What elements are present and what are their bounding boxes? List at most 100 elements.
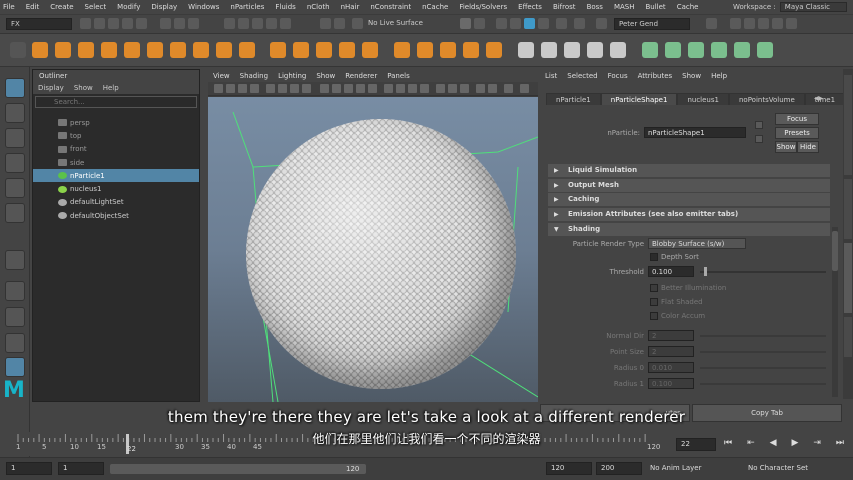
render-settings-icon[interactable] — [510, 18, 521, 29]
section-liquid-simulation[interactable]: Liquid Simulation — [548, 164, 830, 177]
viewport-menu-panels[interactable]: Panels — [387, 70, 410, 82]
show-button[interactable]: Show — [775, 141, 797, 153]
bullet-cache-icon[interactable] — [757, 42, 773, 58]
menu-select[interactable]: Select — [85, 3, 107, 11]
gate-mask-icon[interactable] — [302, 84, 311, 93]
save-scene-icon[interactable] — [108, 18, 119, 29]
select-hierarchy-icon[interactable] — [160, 18, 171, 29]
outliner-item[interactable]: side — [33, 156, 199, 169]
character-controls-icon[interactable] — [744, 18, 755, 29]
point-size-slider[interactable] — [700, 351, 826, 353]
outliner-menu-show[interactable]: Show — [74, 82, 93, 94]
field-newton-icon[interactable] — [587, 42, 603, 58]
emit-from-object-icon[interactable] — [170, 42, 186, 58]
field-air-icon[interactable] — [518, 42, 534, 58]
bullet-constraint-icon[interactable] — [688, 42, 704, 58]
live-surface-icon[interactable] — [352, 18, 363, 29]
side-by-side-layout-icon[interactable] — [5, 333, 25, 353]
menu-boss[interactable]: Boss — [587, 3, 603, 11]
goto-input-icon[interactable] — [755, 121, 763, 129]
input-ops-icon[interactable] — [334, 18, 345, 29]
outliner-item[interactable]: defaultObjectSet — [33, 209, 199, 222]
menu-windows[interactable]: Windows — [188, 3, 219, 11]
ae-menu-show[interactable]: Show — [682, 69, 701, 83]
menu-ncache[interactable]: nCache — [422, 3, 448, 11]
use-lights-icon[interactable] — [368, 84, 377, 93]
menuset-dropdown[interactable]: FX — [6, 18, 72, 30]
radius1-field[interactable]: 0.100 — [648, 378, 694, 389]
snap-view-icon[interactable] — [266, 18, 277, 29]
menu-ncloth[interactable]: nCloth — [307, 3, 330, 11]
menu-bullet[interactable]: Bullet — [646, 3, 666, 11]
goto-output-icon[interactable] — [755, 135, 763, 143]
menu-bifrost[interactable]: Bifrost — [553, 3, 576, 11]
character-set-dropdown[interactable]: No Character Set — [748, 464, 808, 472]
fluid-cache-icon[interactable] — [486, 42, 502, 58]
snap-surface-icon[interactable] — [280, 18, 291, 29]
grid-icon[interactable] — [266, 84, 275, 93]
history-icon[interactable] — [320, 18, 331, 29]
camera-select-icon[interactable] — [214, 84, 223, 93]
ncloth-icon[interactable] — [270, 42, 286, 58]
section-output-mesh[interactable]: Output Mesh — [548, 179, 830, 192]
tab-time1[interactable]: time1 — [804, 93, 846, 105]
tab-nopointsvolume[interactable]: noPointsVolume — [728, 93, 805, 105]
lasso-tool-icon[interactable] — [5, 103, 25, 123]
better-illumination-checkbox[interactable] — [650, 284, 658, 292]
outliner-item[interactable]: persp — [33, 116, 199, 129]
xray-icon[interactable] — [448, 84, 457, 93]
gamma-icon[interactable] — [488, 84, 497, 93]
menu-edit[interactable]: Edit — [26, 3, 40, 11]
animation-start-field[interactable]: 1 — [6, 462, 52, 475]
motion-blur-icon[interactable] — [408, 84, 417, 93]
redo-icon[interactable] — [136, 18, 147, 29]
render-view-icon[interactable] — [538, 18, 549, 29]
select-tool-icon[interactable] — [5, 78, 25, 98]
toggle-panel-icon[interactable] — [596, 18, 607, 29]
render-setup-icon[interactable] — [556, 18, 567, 29]
wireframe-on-shaded-icon[interactable] — [344, 84, 353, 93]
ae-menu-selected[interactable]: Selected — [567, 69, 597, 83]
focus-button[interactable]: Focus — [775, 113, 819, 125]
ae-menu-attributes[interactable]: Attributes — [638, 69, 673, 83]
ae-menu-list[interactable]: List — [545, 69, 557, 83]
menu-nhair[interactable]: nHair — [341, 3, 360, 11]
new-scene-icon[interactable] — [80, 18, 91, 29]
user-account-dropdown[interactable]: Peter Gend — [614, 18, 690, 30]
range-slider[interactable]: 120 — [110, 464, 366, 474]
text-icon[interactable] — [216, 42, 232, 58]
viewport-menu-lighting[interactable]: Lighting — [278, 70, 306, 82]
ae-menu-help[interactable]: Help — [711, 69, 727, 83]
ae-scrollbar-thumb[interactable] — [832, 231, 838, 271]
nconstraint-icon[interactable] — [316, 42, 332, 58]
snap-curve-icon[interactable] — [238, 18, 249, 29]
menu-fluids[interactable]: Fluids — [275, 3, 295, 11]
ae-menu-focus[interactable]: Focus — [608, 69, 628, 83]
smooth-shade-icon[interactable] — [332, 84, 341, 93]
nhair-icon[interactable] — [339, 42, 355, 58]
rotate-tool-icon[interactable] — [5, 178, 25, 198]
anti-aliasing-icon[interactable] — [420, 84, 429, 93]
viewport-menu-shading[interactable]: Shading — [240, 70, 268, 82]
node-name-field[interactable]: nParticleShape1 — [644, 127, 746, 138]
outliner-item[interactable]: front — [33, 143, 199, 156]
nparticle-water-icon[interactable] — [124, 42, 140, 58]
fluid-container-icon[interactable] — [394, 42, 410, 58]
render-type-dropdown[interactable]: Blobby Surface (s/w) — [648, 238, 746, 249]
hide-button[interactable]: Hide — [797, 141, 819, 153]
color-accum-checkbox[interactable] — [650, 312, 658, 320]
ncache-icon[interactable] — [362, 42, 378, 58]
viewport-menu-show[interactable]: Show — [316, 70, 335, 82]
playback-start-field[interactable]: 1 — [58, 462, 104, 475]
snap-point-icon[interactable] — [252, 18, 263, 29]
outliner-item-selected[interactable]: nParticle1 — [33, 169, 199, 183]
section-shading[interactable]: Shading — [548, 223, 830, 236]
nparticle-cloud-icon[interactable] — [78, 42, 94, 58]
wireframe-icon[interactable] — [320, 84, 329, 93]
move-tool-icon[interactable] — [5, 153, 25, 173]
anim-layer-dropdown[interactable]: No Anim Layer — [650, 464, 701, 472]
menu-effects[interactable]: Effects — [518, 3, 542, 11]
exposure-icon[interactable] — [476, 84, 485, 93]
menu-nparticles[interactable]: nParticles — [230, 3, 264, 11]
image-plane-icon[interactable] — [250, 84, 259, 93]
